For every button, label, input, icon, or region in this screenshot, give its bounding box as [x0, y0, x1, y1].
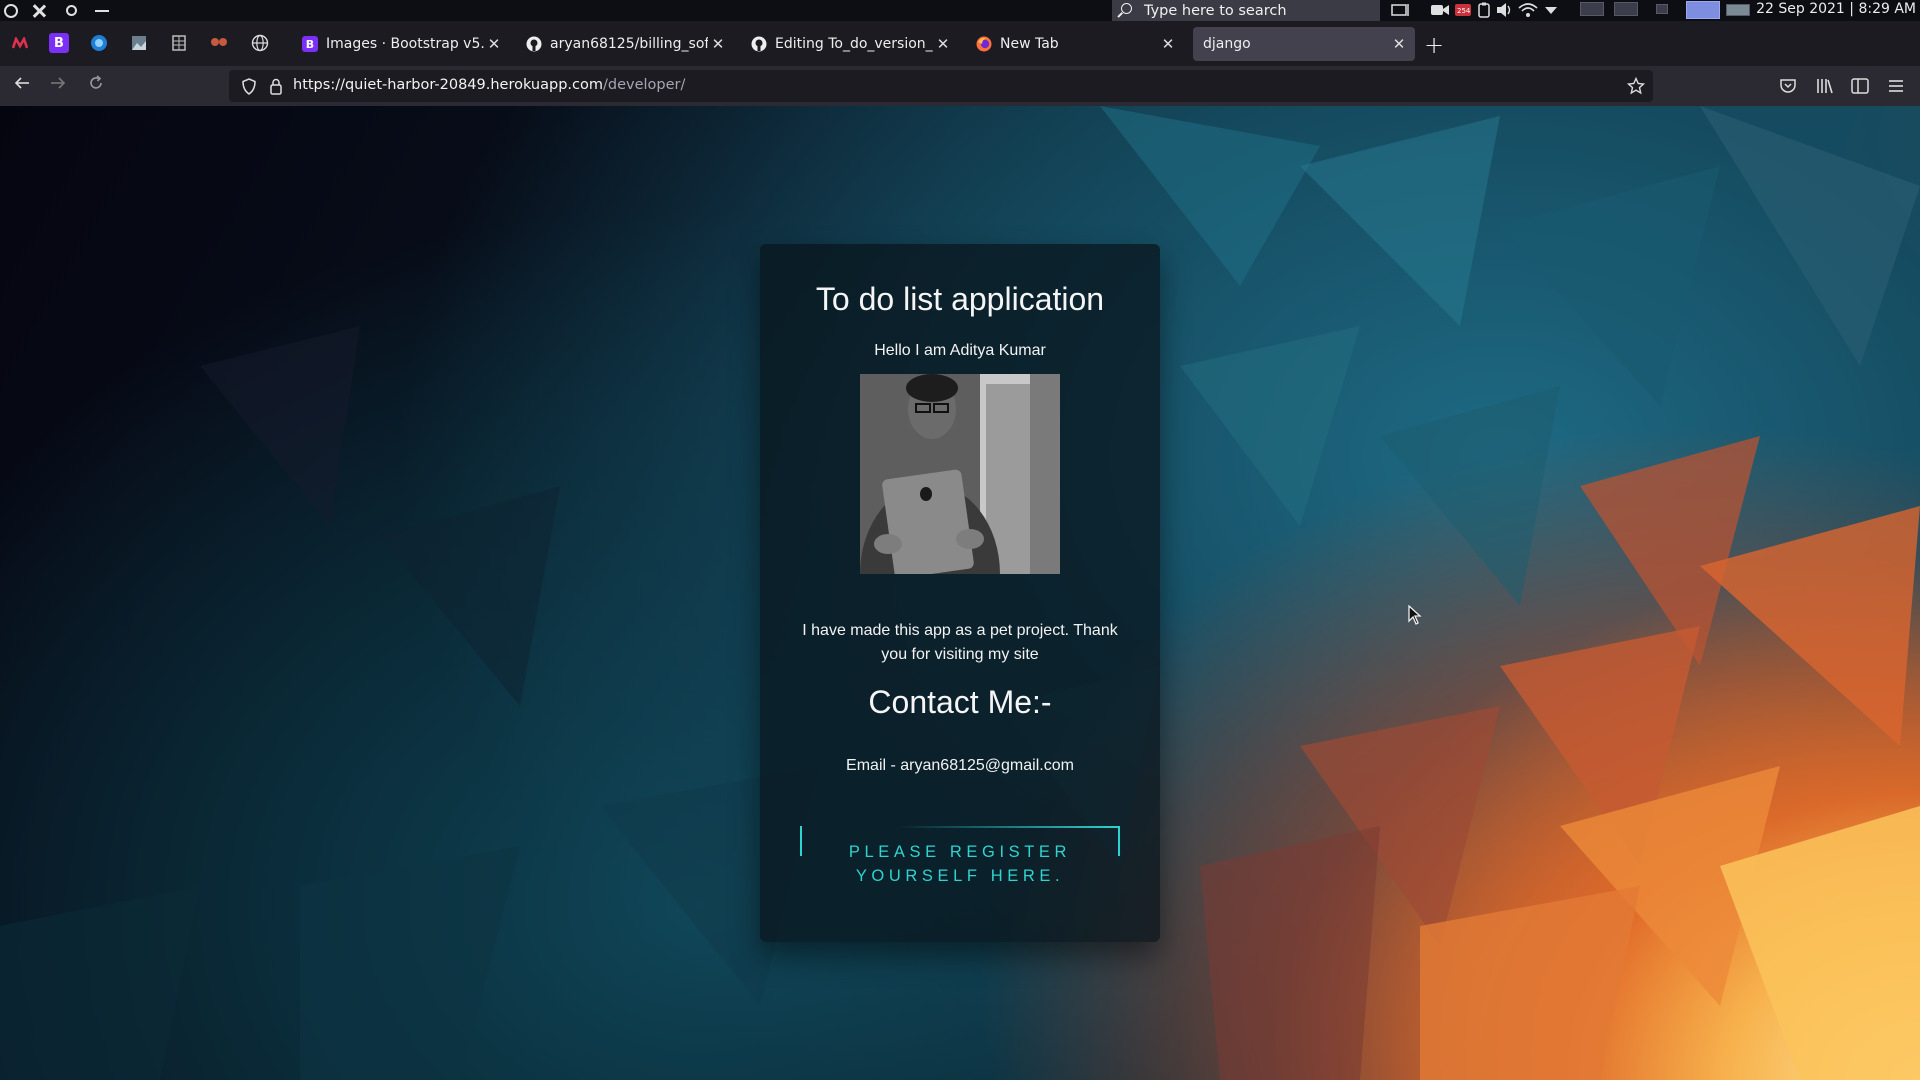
tab-close-icon[interactable]: ✕: [933, 35, 953, 53]
page-viewport: To do list application Hello I am Aditya…: [0, 106, 1920, 1080]
system-search-box[interactable]: Type here to search: [1112, 0, 1380, 21]
reload-icon: [90, 75, 102, 89]
tab-bar: B B Images · Bootstrap v5.1 ✕ aryan68125…: [0, 21, 1920, 66]
about-text: I have made this app as a pet project. T…: [802, 622, 1118, 663]
clock[interactable]: 22 Sep 2021 | 8:29 AM: [1756, 1, 1916, 17]
system-search-placeholder: Type here to search: [1144, 2, 1287, 19]
tab-bootstrap-images[interactable]: B Images · Bootstrap v5.1 ✕: [288, 27, 510, 61]
tab-title: django: [1203, 36, 1251, 52]
sheet-icon[interactable]: [169, 33, 189, 53]
github-icon: [751, 36, 767, 52]
tab-title: aryan68125/billing_softwa: [550, 36, 708, 52]
pocket-icon[interactable]: [1778, 76, 1798, 96]
page-title: To do list application: [815, 281, 1105, 317]
tab-close-icon[interactable]: ✕: [484, 35, 504, 53]
arrow-left-icon: [14, 77, 29, 89]
camera-icon[interactable]: [1430, 2, 1450, 18]
clipboard-icon[interactable]: [1476, 2, 1492, 18]
notification-icon[interactable]: 254: [1454, 2, 1474, 18]
url-host: https://quiet-harbor-20849.herokuapp.com: [293, 77, 603, 93]
workspace-3[interactable]: [1656, 4, 1668, 14]
workspace-1[interactable]: [1580, 2, 1604, 16]
tab-title: Images · Bootstrap v5.1: [326, 36, 484, 52]
greeting-text: Hello I am Aditya Kumar: [874, 342, 1046, 359]
workspace-4-active[interactable]: [1686, 1, 1720, 19]
volume-icon[interactable]: [1496, 2, 1514, 18]
tab-github-billing[interactable]: aryan68125/billing_softwa ✕: [512, 27, 734, 61]
close-icon[interactable]: [32, 4, 46, 18]
back-button[interactable]: [10, 74, 34, 98]
tab-close-icon[interactable]: ✕: [708, 35, 728, 53]
mega-icon[interactable]: [10, 33, 30, 53]
register-link-button[interactable]: PLEASE REGISTER YOURSELF HERE.: [800, 826, 1120, 898]
bootstrap-icon: B: [302, 36, 318, 52]
contact-heading: Contact Me:-: [868, 684, 1052, 720]
reload-button[interactable]: [84, 74, 108, 98]
notification-count: 254: [1457, 7, 1471, 15]
url-bar[interactable]: https://quiet-harbor-20849.herokuapp.com…: [229, 70, 1653, 102]
bookmark-star-icon[interactable]: [1627, 77, 1645, 95]
minimize-icon[interactable]: [95, 4, 109, 18]
new-tab-button[interactable]: +: [1424, 31, 1444, 59]
tab-close-icon[interactable]: ✕: [1389, 35, 1409, 53]
hamburger-menu-icon[interactable]: [1886, 76, 1906, 96]
url-text[interactable]: https://quiet-harbor-20849.herokuapp.com…: [293, 77, 685, 93]
workspace-5[interactable]: [1726, 4, 1750, 16]
email-text: Email - aryan68125@gmail.com: [846, 757, 1074, 774]
tab-new-tab[interactable]: New Tab ✕: [962, 27, 1184, 61]
github-icon: [526, 36, 542, 52]
image-icon[interactable]: [129, 33, 149, 53]
window-close-circle-icon[interactable]: [4, 3, 18, 18]
tab-title: Editing To_do_version_2/RE: [775, 36, 933, 52]
tab-django-active[interactable]: django ✕: [1193, 27, 1415, 61]
tab-title: New Tab: [1000, 36, 1059, 52]
wifi-icon[interactable]: [1518, 2, 1538, 18]
navigation-toolbar: https://quiet-harbor-20849.herokuapp.com…: [0, 66, 1920, 106]
workspace-2[interactable]: [1614, 2, 1638, 16]
register-button-label: PLEASE REGISTER YOURSELF HERE.: [848, 843, 1072, 885]
button-border-top: [800, 826, 1120, 828]
lock-icon[interactable]: [269, 78, 283, 95]
heart-icon[interactable]: [209, 33, 229, 53]
system-top-bar: Type here to search 254 22 Sep 2021 | 8:…: [0, 0, 1920, 21]
screen-layout-icon[interactable]: [1390, 2, 1412, 18]
chevron-down-icon[interactable]: [1544, 2, 1558, 18]
button-border-left: [800, 826, 802, 856]
search-icon: [1121, 3, 1132, 14]
firefox-icon: [976, 36, 992, 52]
developer-photo: [860, 374, 1060, 574]
tracking-shield-icon[interactable]: [241, 78, 257, 95]
bootstrap-icon[interactable]: B: [49, 33, 69, 53]
sidebar-icon[interactable]: [1850, 76, 1870, 96]
button-border-right: [1118, 826, 1120, 856]
globe-icon[interactable]: [250, 33, 270, 53]
chromium-icon[interactable]: [89, 33, 109, 53]
maximize-icon[interactable]: [66, 5, 77, 16]
tab-close-icon[interactable]: ✕: [1158, 35, 1178, 53]
tab-github-editing[interactable]: Editing To_do_version_2/RE ✕: [737, 27, 959, 61]
forward-button[interactable]: [46, 74, 70, 98]
url-path: /developer/: [603, 77, 686, 93]
developer-card: To do list application Hello I am Aditya…: [760, 244, 1160, 942]
mouse-cursor-icon: [1408, 605, 1422, 625]
library-icon[interactable]: [1814, 76, 1834, 96]
arrow-right-icon: [51, 77, 66, 89]
